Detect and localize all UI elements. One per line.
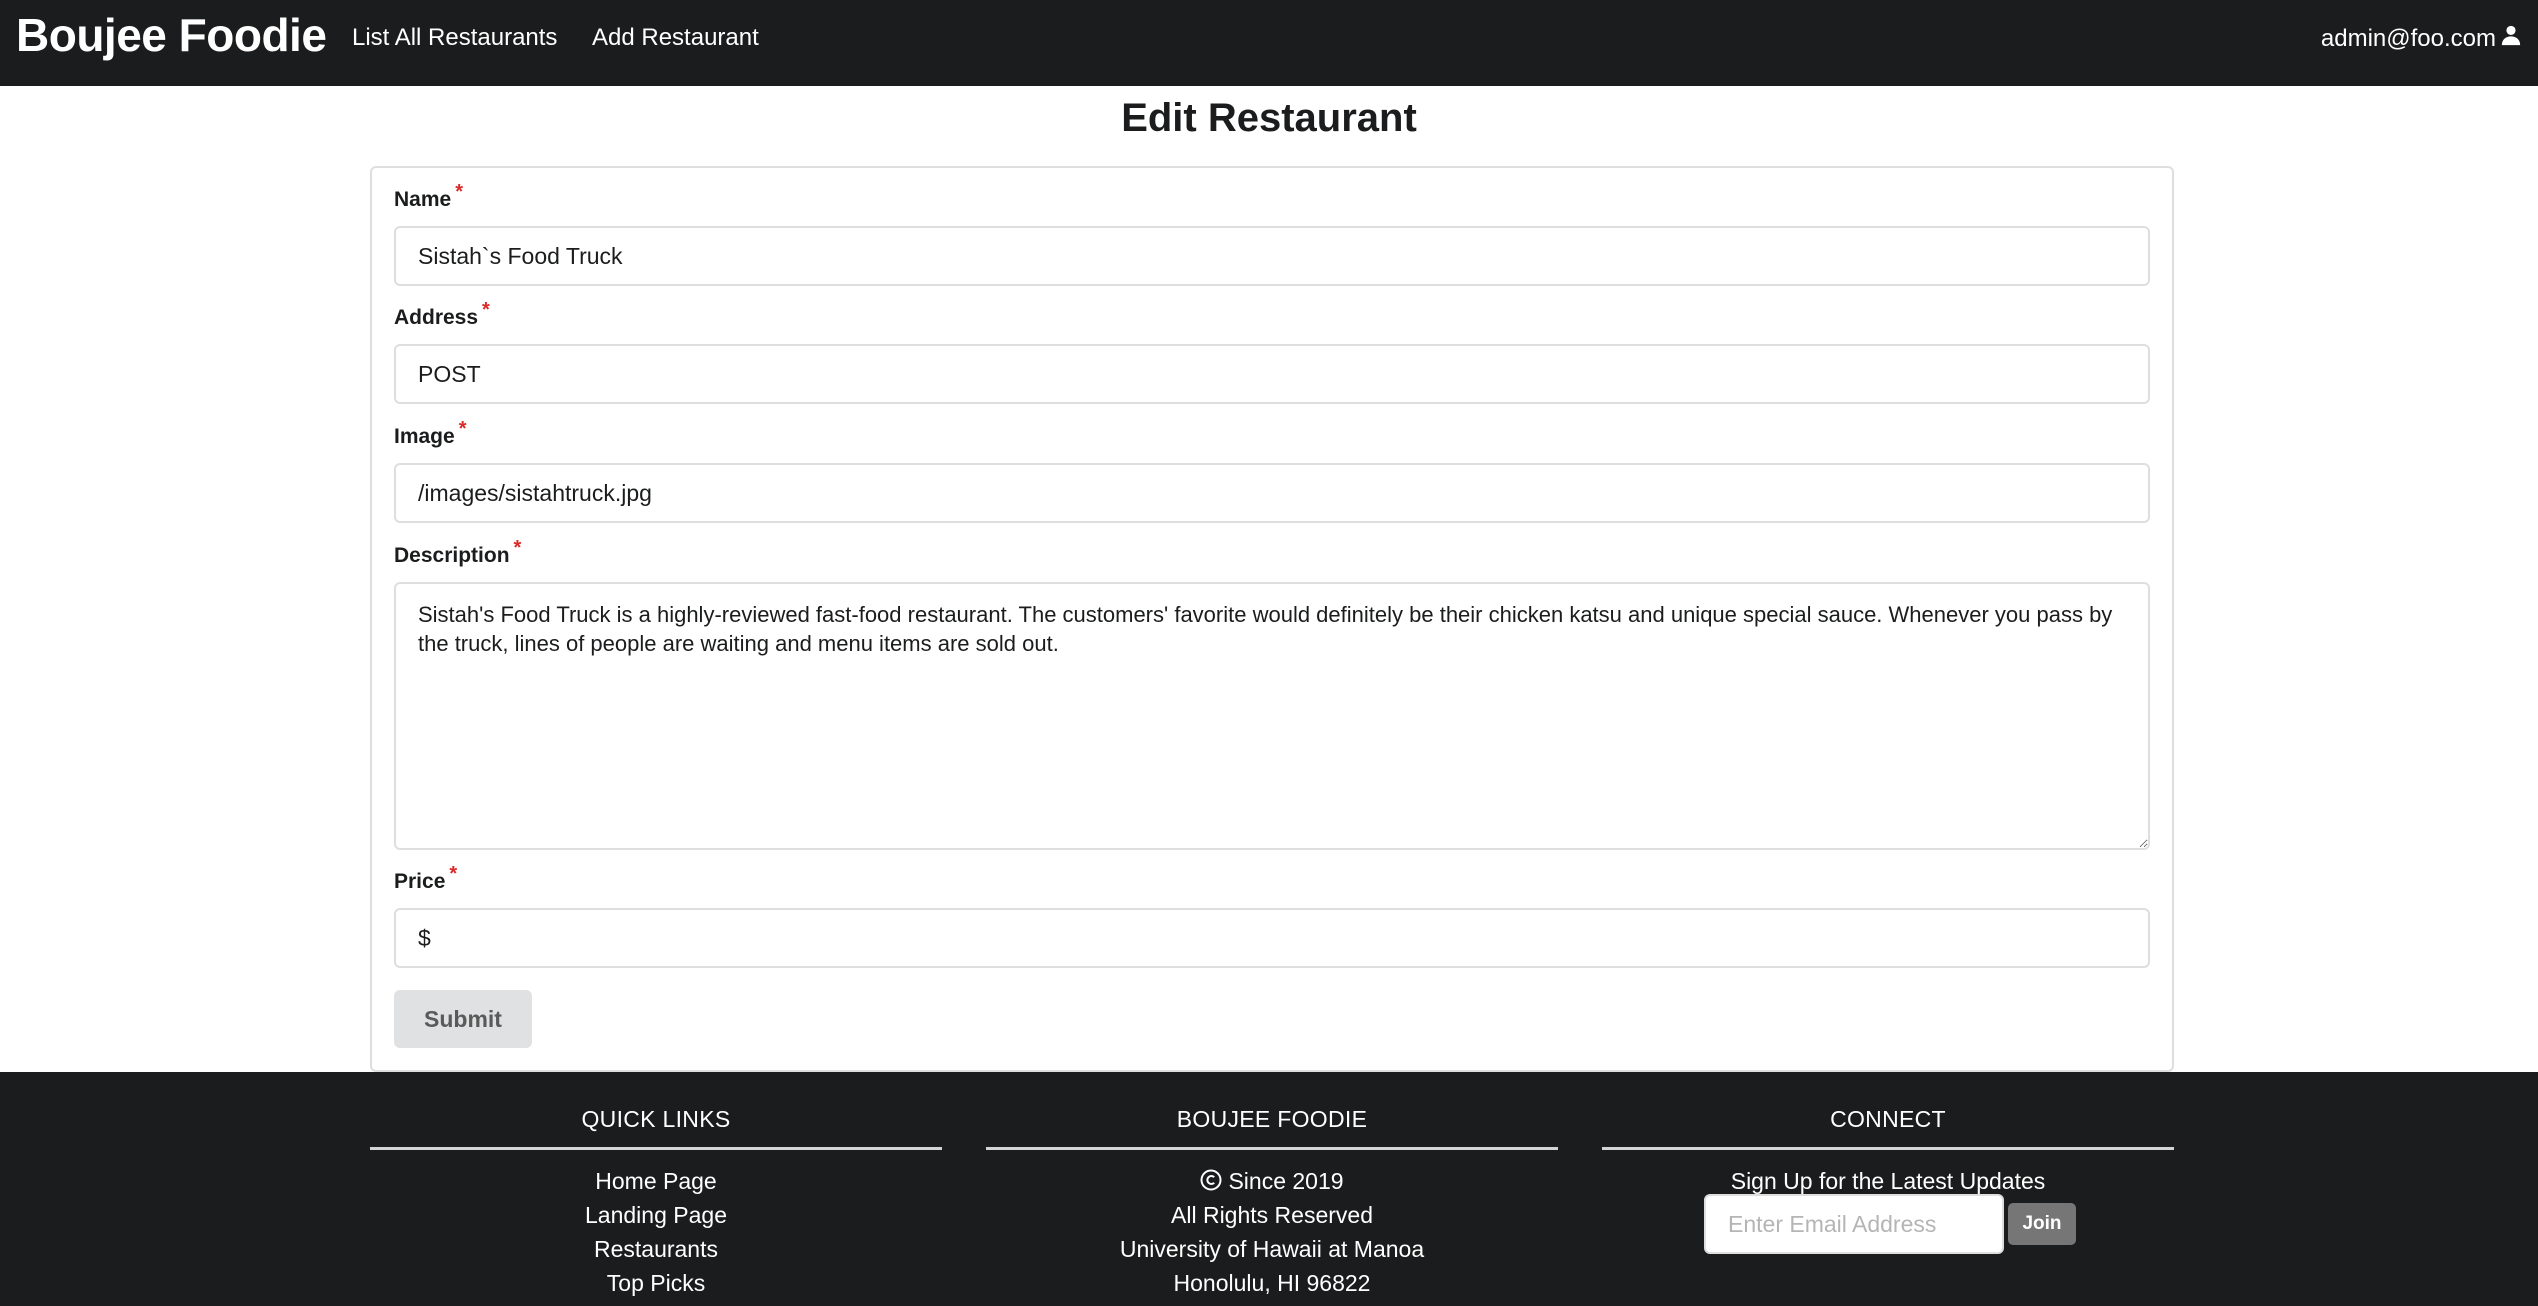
image-label: Image * [394, 418, 467, 449]
required-marker: * [513, 537, 522, 559]
divider [370, 1147, 942, 1150]
footer: QUICK LINKS Home Page Landing Page Resta… [0, 1072, 2538, 1306]
required-marker: * [455, 181, 463, 203]
join-button[interactable]: Join [2008, 1203, 2076, 1245]
required-marker: * [458, 418, 467, 440]
since-line: Since 2019 [986, 1164, 1558, 1198]
footer-link-top-picks[interactable]: Top Picks [370, 1266, 942, 1300]
divider [1602, 1147, 2174, 1150]
email-input[interactable] [1704, 1194, 2004, 1254]
user-icon [2500, 24, 2522, 53]
submit-button[interactable]: Submit [394, 990, 532, 1048]
connect-heading: CONNECT [1830, 1106, 1946, 1132]
footer-link-landing-page[interactable]: Landing Page [370, 1198, 942, 1232]
name-field[interactable] [394, 226, 2150, 286]
price-label: Price * [394, 863, 457, 894]
footer-link-restaurants[interactable]: Restaurants [370, 1232, 942, 1266]
page-title: Edit Restaurant [1121, 96, 1417, 140]
description-field[interactable]: Sistah's Food Truck is a highly-reviewed… [394, 582, 2150, 850]
since-text: Since 2019 [1228, 1168, 1344, 1194]
about-heading: BOUJEE FOODIE [1176, 1106, 1368, 1132]
image-label-text: Image [394, 425, 455, 448]
price-label-text: Price [394, 870, 446, 893]
user-email: admin@foo.com [2320, 24, 2496, 52]
quick-links-heading: QUICK LINKS [581, 1106, 731, 1132]
divider [986, 1147, 1558, 1150]
signup-text: Sign Up for the Latest Updates [1730, 1168, 2046, 1194]
copyright-icon [1200, 1166, 1222, 1200]
required-marker: * [482, 299, 490, 321]
image-field[interactable] [394, 463, 2150, 523]
rights-line: All Rights Reserved [1171, 1202, 1373, 1228]
brand-logo[interactable]: Boujee Foodie [16, 8, 327, 62]
required-marker: * [449, 863, 458, 885]
address-field[interactable] [394, 344, 2150, 404]
footer-about: BOUJEE FOODIE Since 2019 All Rights Rese… [986, 1072, 1558, 1300]
address-label: Address * [394, 299, 490, 330]
name-label: Name * [394, 181, 463, 212]
nav-add-restaurant[interactable]: Add Restaurant [592, 24, 759, 52]
footer-quick-links: QUICK LINKS Home Page Landing Page Resta… [370, 1072, 942, 1300]
footer-link-home-page[interactable]: Home Page [370, 1164, 942, 1198]
top-navbar: Boujee Foodie List All Restaurants Add R… [0, 0, 2538, 86]
nav-list-all-restaurants[interactable]: List All Restaurants [352, 24, 557, 52]
address-label-text: Address [394, 306, 479, 329]
name-label-text: Name [394, 188, 452, 211]
footer-connect: CONNECT Sign Up for the Latest Updates J… [1602, 1072, 2174, 1254]
location-line: Honolulu, HI 96822 [1173, 1270, 1371, 1296]
signup-form: Join [1704, 1194, 2076, 1254]
description-label-text: Description [394, 544, 510, 567]
user-menu[interactable]: admin@foo.com [2321, 24, 2522, 53]
price-field[interactable] [394, 908, 2150, 968]
description-label: Description * [394, 537, 521, 568]
university-line: University of Hawaii at Manoa [1119, 1236, 1425, 1262]
